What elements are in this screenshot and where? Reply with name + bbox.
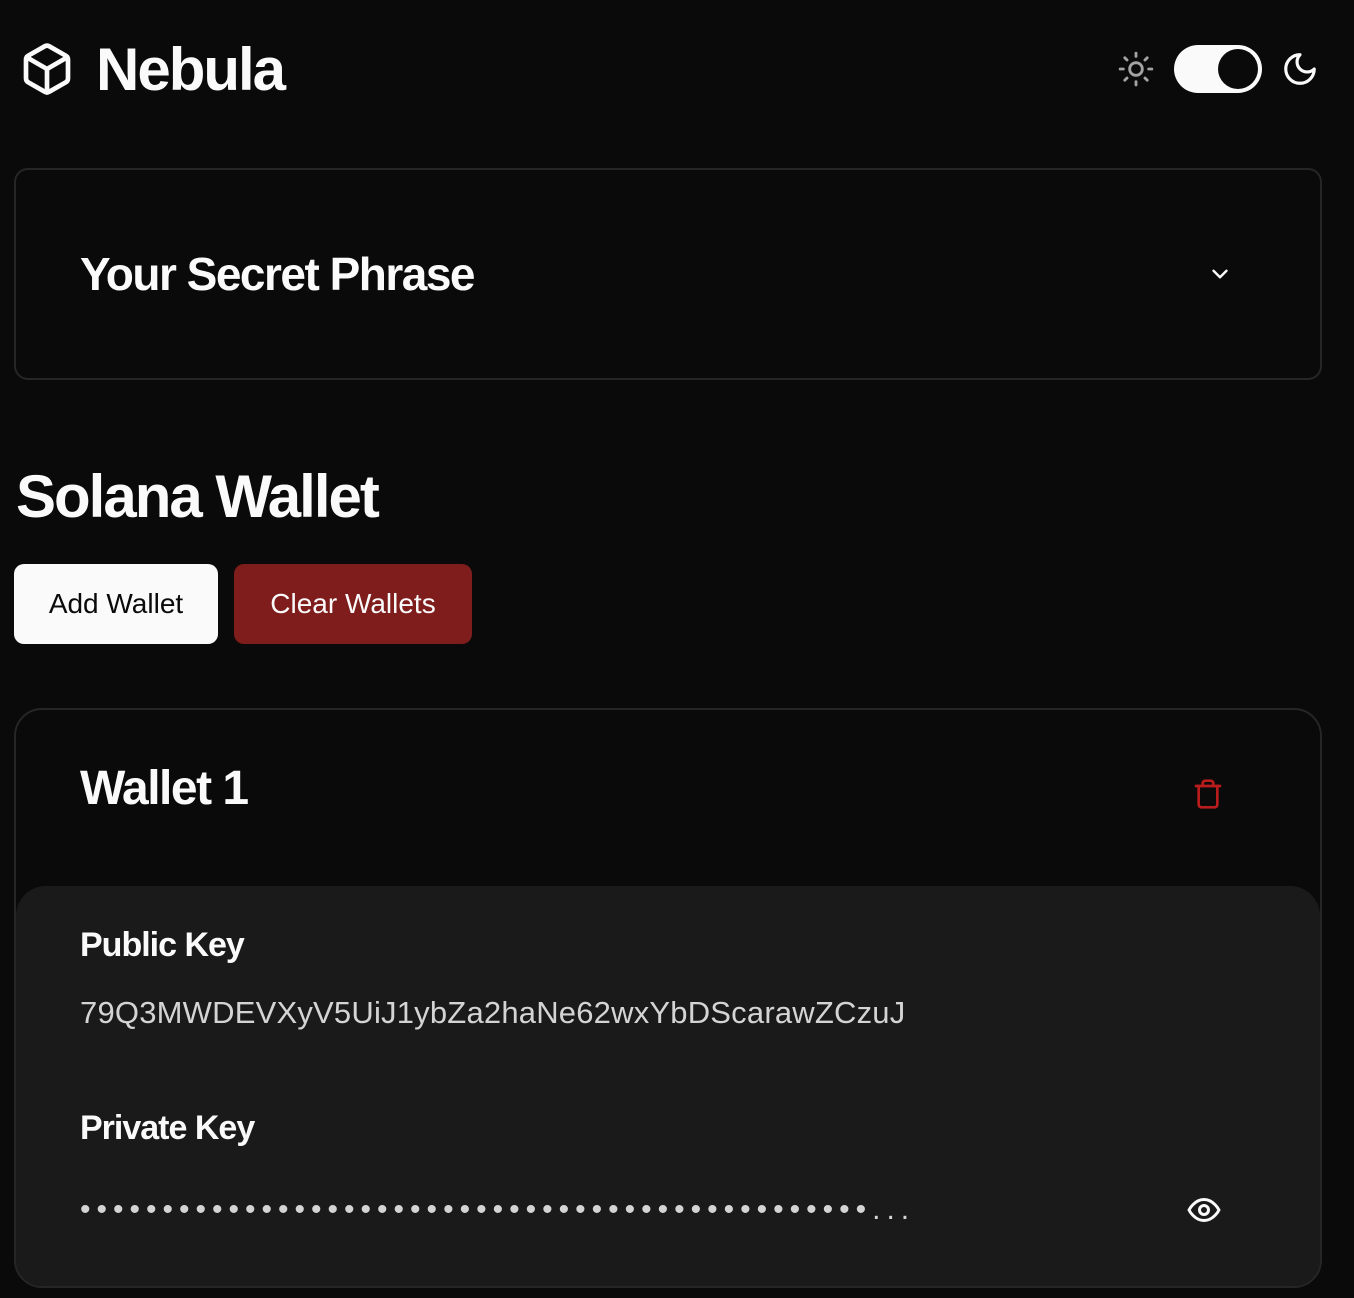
private-key-value[interactable]: ••••••••••••••••••••••••••••••••••••••••… <box>80 1193 1140 1227</box>
theme-switch <box>1116 45 1320 93</box>
private-key-label: Private Key <box>80 1109 255 1147</box>
eye-icon[interactable] <box>1184 1190 1224 1230</box>
wallet-actions: Add Wallet Clear Wallets <box>14 564 472 644</box>
app-root: Nebula Your Secret Phrase Solana Wallet … <box>0 0 1354 1298</box>
moon-icon <box>1280 49 1320 89</box>
add-wallet-button[interactable]: Add Wallet <box>14 564 218 644</box>
theme-toggle[interactable] <box>1174 45 1262 93</box>
brand: Nebula <box>18 35 286 104</box>
private-key-row: ••••••••••••••••••••••••••••••••••••••••… <box>80 1190 1256 1230</box>
wallet-card: Wallet 1 Public Key 79Q3MWDEVXyV5UiJ1ybZ… <box>14 708 1322 1288</box>
public-key-label: Public Key <box>80 926 245 964</box>
public-key-value[interactable]: 79Q3MWDEVXyV5UiJ1ybZa2haNe62wxYbDScarawZ… <box>80 995 1256 1031</box>
clear-wallets-button[interactable]: Clear Wallets <box>234 564 472 644</box>
secret-phrase-title: Your Secret Phrase <box>80 248 476 300</box>
wallet-section-title: Solana Wallet <box>16 463 380 530</box>
sun-icon <box>1116 49 1156 89</box>
wallet-title: Wallet 1 <box>80 761 249 815</box>
trash-icon[interactable] <box>1190 776 1226 812</box>
wallet-card-header: Wallet 1 <box>16 710 1320 886</box>
header: Nebula <box>18 35 1320 104</box>
wallet-keys-panel: Public Key 79Q3MWDEVXyV5UiJ1ybZa2haNe62w… <box>16 886 1320 1286</box>
toggle-knob <box>1218 49 1258 89</box>
cube-icon <box>18 38 76 100</box>
chevron-down-icon[interactable] <box>1206 260 1234 288</box>
secret-phrase-accordion[interactable]: Your Secret Phrase <box>14 168 1322 380</box>
brand-name: Nebula <box>96 35 286 103</box>
